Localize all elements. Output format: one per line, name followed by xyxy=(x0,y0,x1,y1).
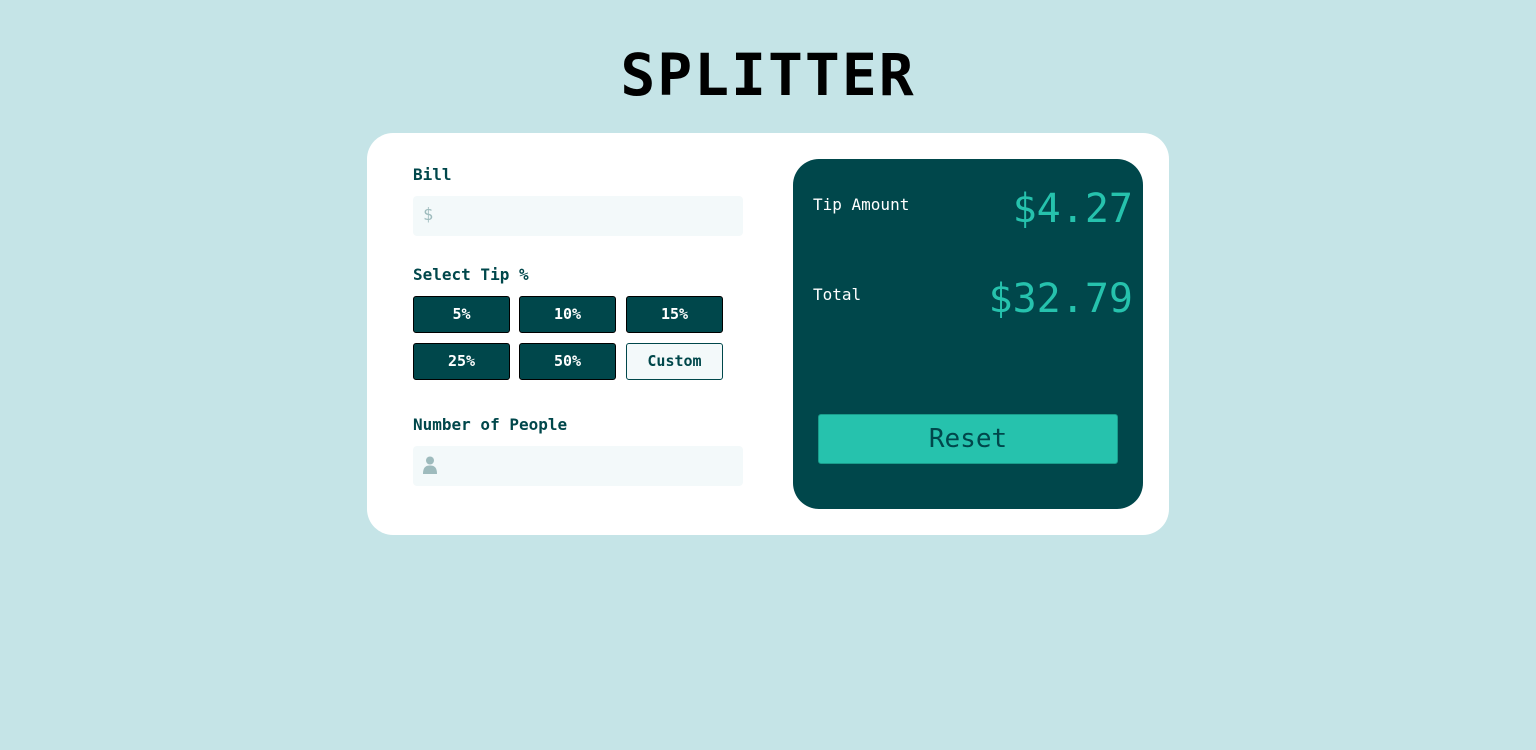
bill-label: Bill xyxy=(413,165,452,184)
total-label: Total xyxy=(813,285,862,304)
reset-button[interactable]: Reset xyxy=(818,414,1118,464)
select-tip-label: Select Tip % xyxy=(413,265,529,284)
tip-button-10[interactable]: 10% xyxy=(519,296,616,333)
tip-amount-value: $4.27 xyxy=(1012,186,1133,232)
bill-input[interactable] xyxy=(447,196,737,236)
dollar-icon: $ xyxy=(423,205,434,225)
person-icon xyxy=(423,456,437,474)
app-title: SPLITTER xyxy=(620,41,916,109)
people-input[interactable] xyxy=(447,446,737,486)
results-panel: Tip Amount $4.27 Total $32.79 Reset xyxy=(793,159,1143,509)
tip-button-25[interactable]: 25% xyxy=(413,343,510,380)
calculator-card: Bill $ Select Tip % 5% 10% 15% 25% 50% C… xyxy=(367,133,1169,535)
total-value: $32.79 xyxy=(988,276,1134,322)
tip-button-15[interactable]: 15% xyxy=(626,296,723,333)
number-of-people-label: Number of People xyxy=(413,415,568,434)
people-field xyxy=(413,446,743,486)
tip-amount-label: Tip Amount xyxy=(813,195,910,214)
tip-button-5[interactable]: 5% xyxy=(413,296,510,333)
bill-field: $ xyxy=(413,196,743,236)
tip-custom-button[interactable]: Custom xyxy=(626,343,723,380)
tip-button-50[interactable]: 50% xyxy=(519,343,616,380)
